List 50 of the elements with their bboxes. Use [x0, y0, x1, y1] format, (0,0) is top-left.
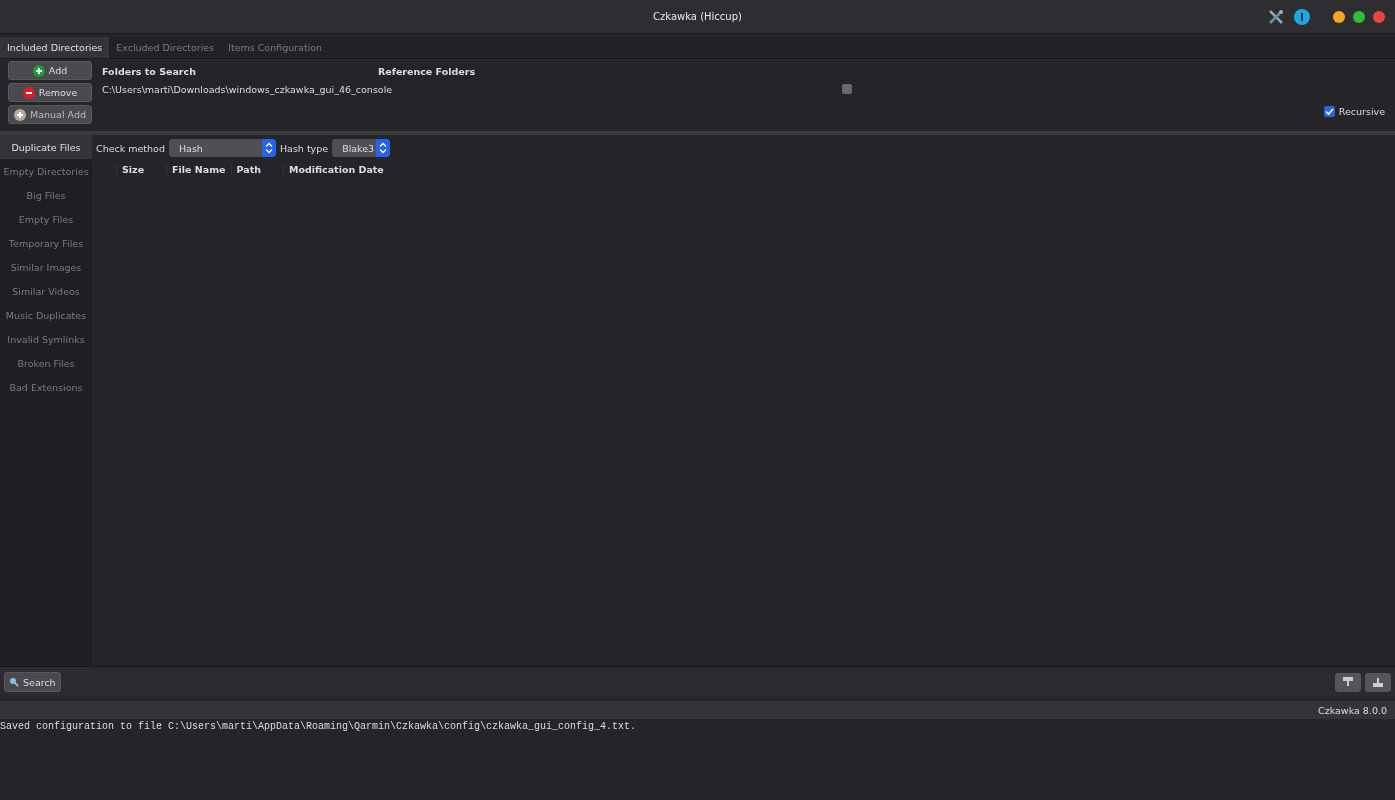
tab[interactable]: Items Configuration [221, 37, 330, 58]
sidebar-item[interactable]: Music Duplicates [0, 303, 92, 327]
search-icon [9, 677, 19, 687]
sidebar-item[interactable]: Similar Videos [0, 279, 92, 303]
sidebar-item[interactable]: Duplicate Files [0, 135, 92, 159]
column-header[interactable]: Path [230, 163, 283, 175]
tab[interactable]: Excluded Directories [109, 37, 222, 58]
version-label: Czkawka 8.0.0 [1318, 704, 1387, 716]
panel-up-icon [1372, 676, 1384, 688]
show-panel-button[interactable] [1365, 672, 1391, 692]
sidebar-item[interactable]: Invalid Symlinks [0, 327, 92, 351]
folder-path: C:\Users\marti\Downloads\windows_czkawka_gui_46_console [102, 83, 394, 95]
sidebar-item[interactable]: Broken Files [0, 351, 92, 375]
close-button[interactable] [1373, 11, 1385, 23]
column-header: Folders to Search [102, 65, 197, 77]
dropdown[interactable]: Hash [168, 139, 276, 157]
minimize-button[interactable] [1333, 11, 1345, 23]
dropdown[interactable]: Blake3 [332, 139, 391, 157]
column-header[interactable]: File Name [166, 163, 231, 175]
sidebar-item[interactable]: Temporary Files [0, 231, 92, 255]
search-button[interactable]: Search [4, 672, 61, 692]
reference-checkbox[interactable] [842, 84, 852, 94]
tab[interactable]: Included Directories [0, 37, 110, 58]
plus-icon [32, 64, 45, 77]
hide-panel-button[interactable] [1335, 672, 1361, 692]
recursive-checkbox[interactable] [1323, 105, 1335, 117]
sidebar-item[interactable]: Similar Images [0, 255, 92, 279]
remove-button[interactable]: Remove [8, 83, 92, 102]
log-message: Saved configuration to file C:\Users\marti\AppData\Roaming\Qarmin\Czkawka\config\czkawka_gui_config_4.txt. [0, 720, 638, 732]
column-header[interactable]: Size [116, 163, 167, 175]
info-icon[interactable] [1293, 8, 1311, 26]
window-title: Czkawka (Hiccup) [653, 11, 742, 22]
sidebar-item[interactable]: Big Files [0, 183, 92, 207]
plus-icon [14, 108, 27, 121]
add-button[interactable]: Add [8, 61, 92, 80]
sidebar-item[interactable]: Bad Extensions [0, 375, 92, 399]
sidebar-item[interactable]: Empty Files [0, 207, 92, 231]
chevrons-icon [264, 142, 273, 154]
minus-icon [22, 86, 35, 99]
option-label: Hash type [279, 142, 329, 154]
column-header[interactable]: Modification Date [283, 163, 389, 175]
maximize-button[interactable] [1353, 11, 1365, 23]
chevrons-icon [379, 142, 388, 154]
column-header: Reference Folders [378, 65, 476, 77]
checkbox-label: Recursive [1338, 105, 1385, 117]
sidebar-item[interactable]: Empty Directories [0, 159, 92, 183]
add-button[interactable]: Manual Add [8, 105, 92, 124]
option-label: Check method [96, 142, 165, 154]
panel-down-icon [1342, 676, 1354, 688]
tools-icon[interactable] [1267, 8, 1285, 26]
